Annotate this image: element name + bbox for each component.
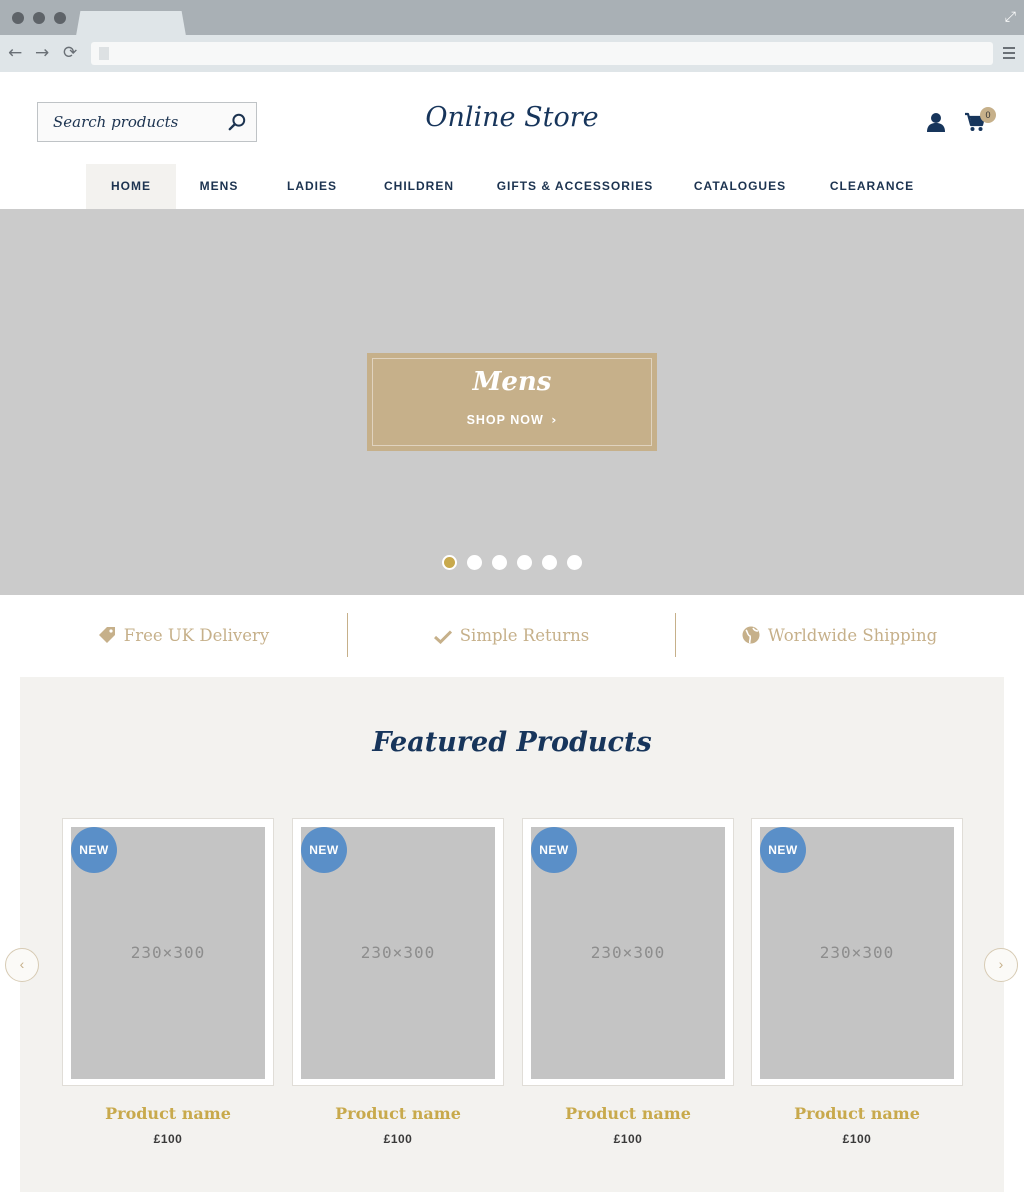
- slide-dot[interactable]: [517, 555, 532, 570]
- feature-label: Worldwide Shipping: [767, 626, 938, 645]
- product-name[interactable]: Product name: [292, 1104, 504, 1123]
- product-card[interactable]: 230×300 NEW: [751, 818, 963, 1086]
- hero-promo-box[interactable]: Mens SHOP NOW ›: [367, 353, 657, 451]
- shop-now-label: SHOP NOW: [466, 413, 544, 427]
- product-price: £100: [613, 1132, 643, 1146]
- feature-free-uk-delivery: Free UK Delivery: [20, 614, 347, 658]
- store-logo[interactable]: Online Store: [0, 102, 1024, 133]
- nav-item-clearance[interactable]: CLEARANCE: [816, 164, 928, 209]
- nav-item-ladies[interactable]: LADIES: [272, 164, 352, 209]
- product-card[interactable]: 230×300 NEW: [62, 818, 274, 1086]
- product-name[interactable]: Product name: [62, 1104, 274, 1123]
- new-badge: NEW: [531, 827, 577, 873]
- expand-icon[interactable]: ⤢: [1005, 9, 1016, 23]
- image-size-label: 230×300: [590, 943, 666, 962]
- hamburger-menu-icon[interactable]: [1003, 47, 1015, 62]
- slide-dot[interactable]: [442, 555, 457, 570]
- browser-tab[interactable]: [76, 11, 186, 36]
- image-size-label: 230×300: [819, 943, 895, 962]
- main-nav: HOME MENS LADIES CHILDREN GIFTS & ACCESS…: [0, 164, 1024, 209]
- chevron-right-icon[interactable]: ›: [984, 948, 1018, 982]
- close-dot[interactable]: [12, 12, 24, 24]
- slide-dot[interactable]: [542, 555, 557, 570]
- feature-label: Simple Returns: [459, 626, 590, 645]
- globe-icon: [742, 626, 760, 644]
- product-price: £100: [383, 1132, 413, 1146]
- nav-item-catalogues[interactable]: CATALOGUES: [684, 164, 796, 209]
- new-badge: NEW: [760, 827, 806, 873]
- chevron-left-icon[interactable]: ‹: [5, 948, 39, 982]
- product-name[interactable]: Product name: [751, 1104, 963, 1123]
- feature-worldwide-shipping: Worldwide Shipping: [676, 614, 1003, 658]
- page-icon: [99, 47, 109, 60]
- user-icon[interactable]: [926, 112, 946, 132]
- arrow-left-icon[interactable]: ←: [8, 43, 22, 63]
- cart-count-badge: 0: [980, 107, 996, 123]
- minimize-dot[interactable]: [33, 12, 45, 24]
- hero-slider: Mens SHOP NOW ›: [0, 209, 1024, 595]
- nav-item-gifts-accessories[interactable]: GIFTS & ACCESSORIES: [486, 164, 664, 209]
- slide-dot[interactable]: [492, 555, 507, 570]
- chevron-right-icon: ›: [551, 412, 558, 427]
- hero-title: Mens: [472, 367, 552, 397]
- product-card[interactable]: 230×300 NEW: [522, 818, 734, 1086]
- product-price: £100: [842, 1132, 872, 1146]
- shop-now-link[interactable]: SHOP NOW ›: [367, 412, 657, 427]
- featured-products-title: Featured Products: [372, 727, 652, 758]
- slider-pagination: [442, 555, 592, 570]
- product-name[interactable]: Product name: [522, 1104, 734, 1123]
- arrow-right-icon[interactable]: →: [35, 43, 49, 63]
- address-bar[interactable]: [91, 42, 993, 65]
- slide-dot[interactable]: [567, 555, 582, 570]
- image-size-label: 230×300: [130, 943, 206, 962]
- checkmark-icon: [433, 630, 452, 645]
- nav-item-home[interactable]: HOME: [86, 164, 176, 209]
- slide-dot[interactable]: [467, 555, 482, 570]
- product-price: £100: [153, 1132, 183, 1146]
- maximize-dot[interactable]: [54, 12, 66, 24]
- nav-item-mens[interactable]: MENS: [186, 164, 252, 209]
- new-badge: NEW: [301, 827, 347, 873]
- nav-item-children[interactable]: CHILDREN: [372, 164, 466, 209]
- image-size-label: 230×300: [360, 943, 436, 962]
- feature-simple-returns: Simple Returns: [348, 614, 675, 658]
- reload-icon[interactable]: ⟳: [63, 43, 77, 63]
- tag-icon: [98, 627, 115, 643]
- feature-label: Free UK Delivery: [123, 626, 270, 645]
- new-badge: NEW: [71, 827, 117, 873]
- product-card[interactable]: 230×300 NEW: [292, 818, 504, 1086]
